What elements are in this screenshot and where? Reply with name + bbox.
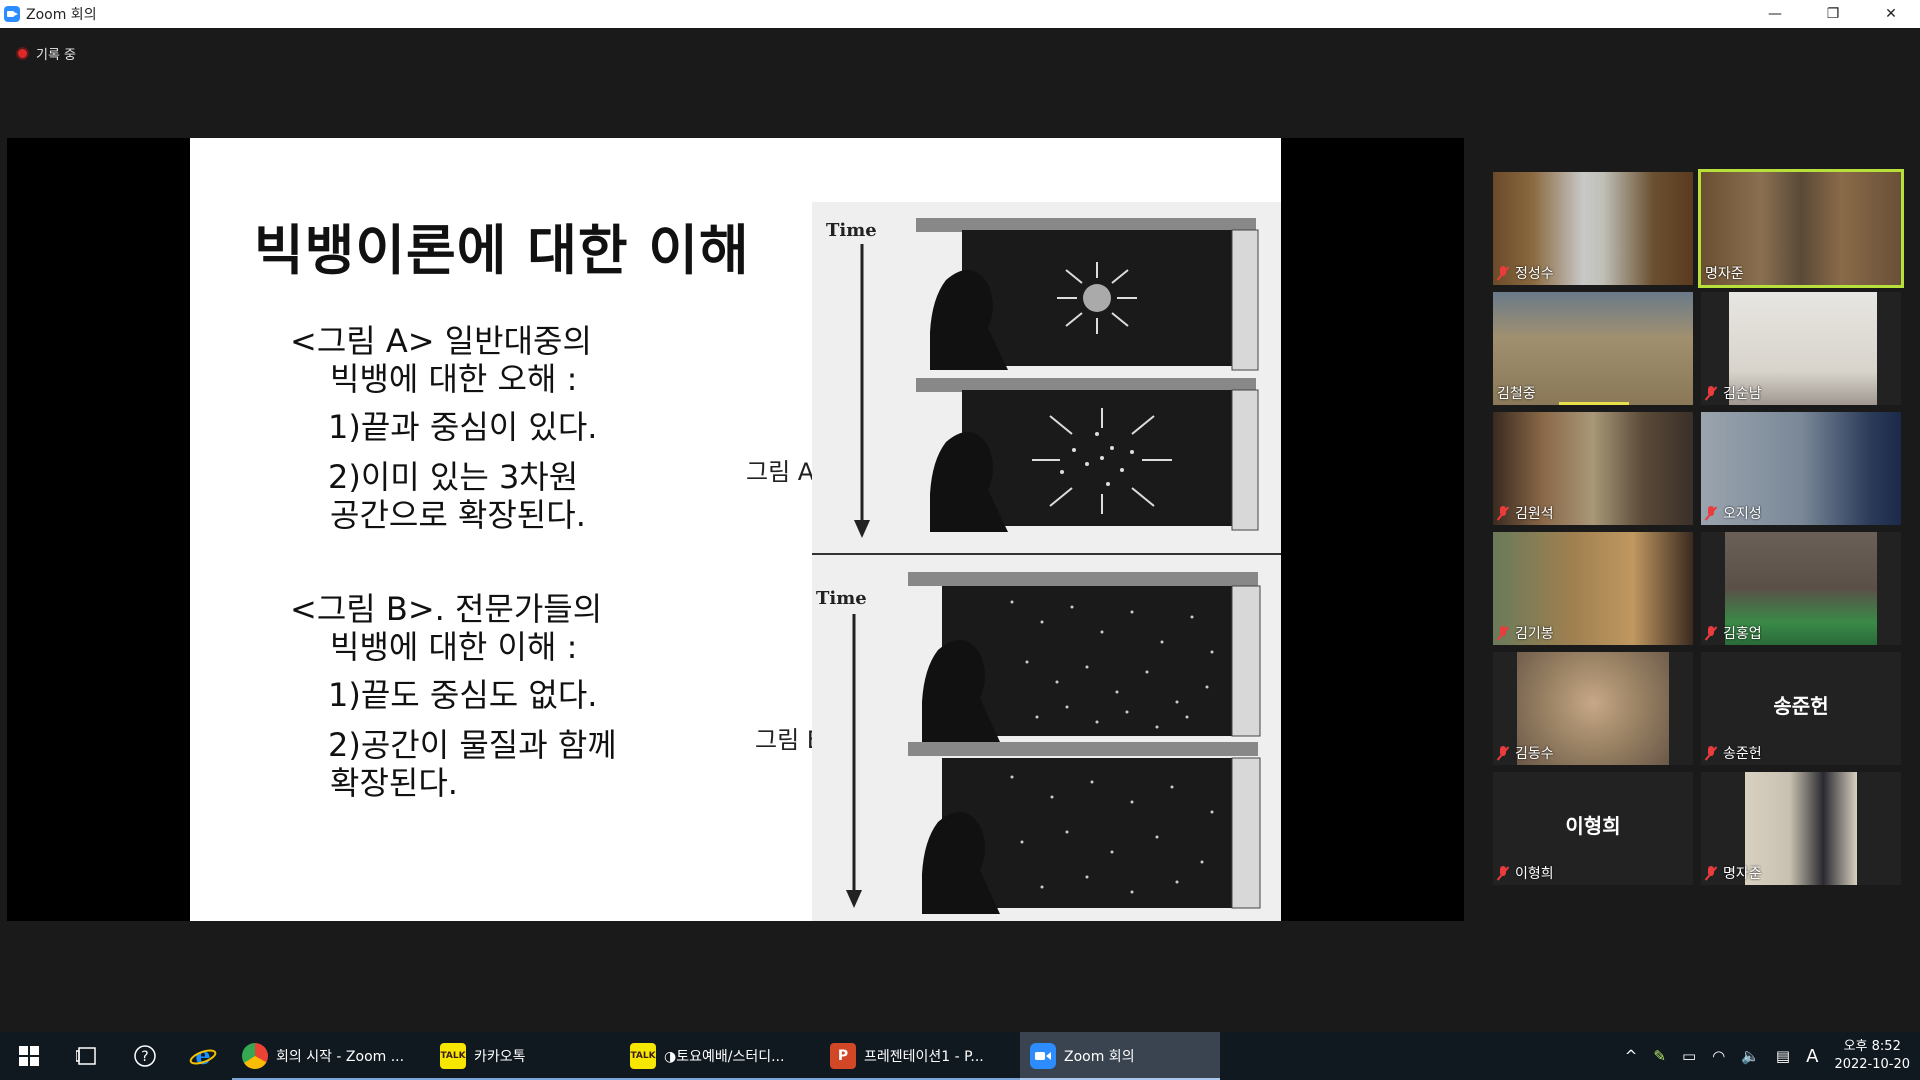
bigbang-illustration: Time Time [812, 218, 1281, 914]
notification-icon[interactable]: ▤ [1776, 1047, 1790, 1065]
slide-title: 빅뱅이론에 대한 이해 [254, 219, 750, 282]
help-icon[interactable]: ? [116, 1032, 174, 1080]
powerpoint-icon: P [830, 1043, 856, 1069]
taskbar-app-powerpoint[interactable]: P 프레젠테이션1 - P... [820, 1032, 1020, 1080]
participant-name: 김동수 [1515, 746, 1554, 762]
battery-icon[interactable]: ▭ [1682, 1047, 1696, 1065]
taskbar-app-chrome[interactable]: 회의 시작 - Zoom ... [232, 1032, 430, 1080]
taskbar-app-label: 회의 시작 - Zoom ... [276, 1049, 405, 1065]
mic-muted-icon [1705, 746, 1717, 760]
taskbar-app-label: Zoom 회의 [1064, 1049, 1135, 1065]
participant-tile[interactable]: 김기봉 [1493, 532, 1693, 645]
window-titlebar: Zoom 회의 — ❐ ✕ [0, 0, 1920, 28]
chrome-icon [242, 1043, 268, 1069]
participant-name: 이형희 [1515, 866, 1554, 882]
mic-muted-icon [1497, 866, 1509, 880]
svg-text:e: e [195, 1042, 210, 1070]
mic-muted-icon [1705, 626, 1717, 640]
clock-date: 2022-10-20 [1834, 1057, 1910, 1072]
slide-text-b-heading-2: 빅뱅에 대한 이해 : [330, 628, 578, 666]
clock-time: 오후 8:52 [1843, 1039, 1901, 1054]
participant-tile[interactable]: 명자준 [1701, 772, 1901, 885]
participant-name: 김기봉 [1515, 626, 1554, 642]
slide-text-b-point-2a: 2)공간이 물질과 함께 [328, 726, 617, 764]
close-button[interactable]: ✕ [1862, 0, 1920, 28]
figure-label-a: 그림 A [746, 458, 815, 486]
slide-text-a-point-1: 1)끝과 중심이 있다. [328, 408, 598, 446]
participant-name-large: 이형희 [1565, 814, 1621, 838]
mic-muted-icon [1497, 746, 1509, 760]
mic-muted-icon [1497, 626, 1509, 640]
mic-muted-icon [1705, 866, 1717, 880]
mic-muted-icon [1497, 506, 1509, 520]
taskbar-app-kakaotalk[interactable]: TALK 카카오톡 [430, 1032, 620, 1080]
window-title: Zoom 회의 [26, 7, 97, 23]
taskbar-app-label: 프레젠테이션1 - P... [864, 1049, 984, 1065]
zoom-icon [1030, 1043, 1056, 1069]
participant-name: 정성수 [1515, 266, 1554, 282]
participant-name-large: 송준헌 [1773, 694, 1829, 718]
clock[interactable]: 오후 8:52 2022-10-20 [1834, 1038, 1910, 1074]
record-icon [16, 47, 29, 60]
presentation-slide: 빅뱅이론에 대한 이해 <그림 A> 일반대중의 빅뱅에 대한 오해 : 1)끝… [190, 138, 1281, 921]
slide-text-a-point-2b: 공간으로 확장된다. [330, 496, 586, 534]
slide-text-a-point-2a: 2)이미 있는 3차원 [328, 458, 579, 496]
slide-text-a-heading-1: <그림 A> 일반대중의 [290, 322, 592, 360]
kakaotalk-chat-icon: TALK [630, 1043, 656, 1069]
participant-name: 명자준 [1705, 266, 1744, 282]
system-tray: ^ ✎ ▭ ◠ 🔈 ▤ A 오후 8:52 2022-10-20 [1617, 1032, 1910, 1080]
windows-taskbar: ? e 회의 시작 - Zoom ... TALK 카카오톡 TALK ◑토요예… [0, 1032, 1920, 1080]
participant-name: 송준헌 [1723, 746, 1762, 762]
figure-time-label-b: Time [816, 588, 867, 609]
participant-tile[interactable]: 김순남 [1701, 292, 1901, 405]
wifi-icon[interactable]: ◠ [1712, 1047, 1725, 1065]
participant-name: 오지성 [1723, 506, 1762, 522]
restore-button[interactable]: ❐ [1804, 0, 1862, 28]
taskbar-app-zoom[interactable]: Zoom 회의 [1020, 1032, 1220, 1080]
mic-muted-icon [1497, 266, 1509, 280]
recording-label: 기록 중 [36, 48, 77, 63]
participant-name: 김순남 [1723, 386, 1762, 402]
taskbar-app-label: 카카오톡 [474, 1049, 526, 1065]
recording-indicator[interactable]: 기록 중 [16, 44, 76, 63]
internet-explorer-icon[interactable]: e [174, 1032, 232, 1080]
bigbang-figure: Time Time [812, 202, 1281, 921]
participant-tile[interactable]: 오지성 [1701, 412, 1901, 525]
participant-tile-active-speaker[interactable]: 명자준 [1698, 169, 1904, 288]
taskbar-app-label: ◑토요예배/스터디... [664, 1049, 785, 1065]
pen-icon[interactable]: ✎ [1653, 1047, 1666, 1065]
participant-tile[interactable]: 김철중 [1493, 292, 1693, 405]
participant-name: 김철중 [1497, 386, 1536, 402]
mic-muted-icon [1705, 506, 1717, 520]
slide-text-b-point-2b: 확장된다. [330, 764, 458, 802]
svg-text:?: ? [141, 1049, 148, 1065]
figure-time-label-a: Time [826, 220, 877, 241]
participant-tile-no-video[interactable]: 이형희 이형희 [1493, 772, 1693, 885]
participant-tile[interactable]: 정성수 [1493, 172, 1693, 285]
taskbar-app-kakaotalk-chat[interactable]: TALK ◑토요예배/스터디... [620, 1032, 820, 1080]
zoom-app-icon [4, 6, 20, 22]
participant-tile[interactable]: 김원석 [1493, 412, 1693, 525]
participant-name: 김홍업 [1723, 626, 1762, 642]
minimize-button[interactable]: — [1746, 0, 1804, 28]
participant-tile[interactable]: 김동수 [1493, 652, 1693, 765]
task-view-icon[interactable] [58, 1032, 116, 1080]
windows-start-icon[interactable] [0, 1032, 58, 1080]
slide-text-a-heading-2: 빅뱅에 대한 오해 : [330, 360, 578, 398]
slide-text-b-heading-1: <그림 B>. 전문가들의 [290, 590, 603, 628]
participant-tile-no-video[interactable]: 송준헌 송준헌 [1701, 652, 1901, 765]
input-method-indicator[interactable]: A [1806, 1046, 1818, 1067]
kakaotalk-icon: TALK [440, 1043, 466, 1069]
shared-screen[interactable]: 빅뱅이론에 대한 이해 <그림 A> 일반대중의 빅뱅에 대한 오해 : 1)끝… [7, 138, 1464, 921]
slide-text-b-point-1: 1)끝도 중심도 없다. [328, 676, 598, 714]
speaking-indicator [1559, 402, 1629, 405]
show-hidden-icons-icon[interactable]: ^ [1625, 1047, 1638, 1065]
participant-name: 명자준 [1723, 866, 1762, 882]
mic-muted-icon [1705, 386, 1717, 400]
participant-tile[interactable]: 김홍업 [1701, 532, 1901, 645]
volume-icon[interactable]: 🔈 [1741, 1047, 1760, 1065]
participant-name: 김원석 [1515, 506, 1554, 522]
window-controls: — ❐ ✕ [1746, 0, 1920, 28]
